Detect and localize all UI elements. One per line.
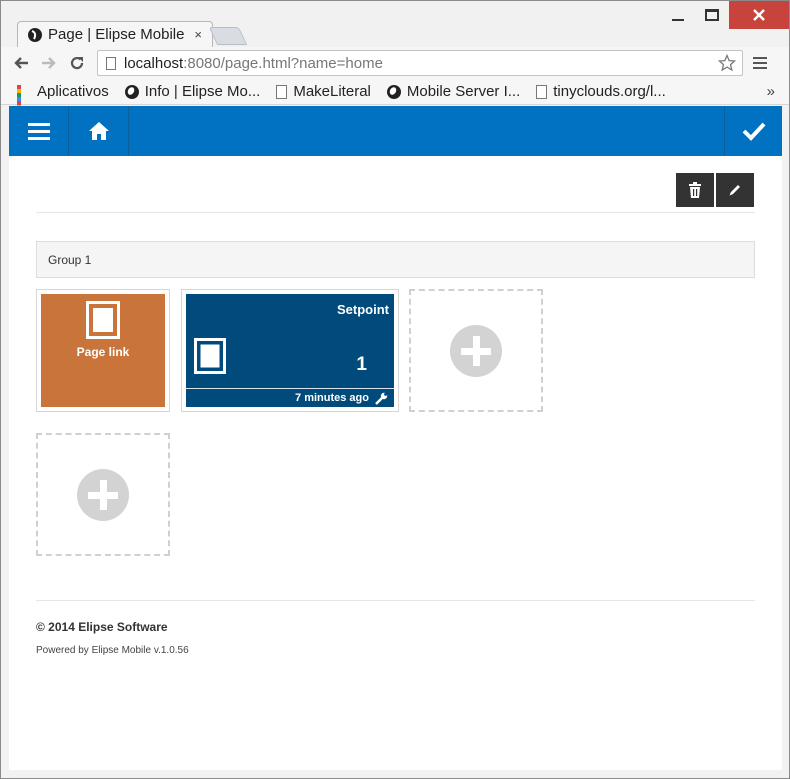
group-header[interactable]: Group 1 (36, 241, 755, 278)
wrench-icon[interactable] (375, 392, 388, 405)
forward-button[interactable] (35, 49, 63, 77)
group-title: Group 1 (48, 252, 92, 267)
arrow-right-icon (42, 57, 56, 69)
close-icon (753, 9, 765, 21)
pencil-icon (729, 185, 740, 196)
setpoint-title: Setpoint (337, 302, 389, 317)
tile-page-link[interactable]: Page link (36, 289, 170, 412)
add-tile-button[interactable] (36, 433, 170, 556)
powered-by-text: Powered by Elipse Mobile v.1.0.56 (36, 645, 189, 656)
footer-divider (36, 600, 755, 601)
tile-setpoint[interactable]: Setpoint 1 7 minutes ago (181, 289, 399, 412)
page-actions (676, 173, 754, 207)
browser-toolbar: localhost:8080/page.html?name=home (1, 47, 789, 79)
bookmark-label: Aplicativos (37, 83, 109, 100)
bookmark-label: MakeLiteral (293, 83, 371, 100)
bookmark-label: Mobile Server I... (406, 83, 521, 100)
minimize-icon (672, 19, 684, 21)
home-icon (88, 122, 109, 140)
document-icon (194, 338, 226, 374)
page-link-label: Page link (76, 345, 130, 359)
plus-circle-icon (450, 324, 502, 377)
confirm-button[interactable] (724, 106, 782, 156)
copyright-text: © 2014 Elipse Software (36, 620, 168, 634)
browser-window: Page | Elipse Mobile × localhost:8080/p… (0, 0, 790, 779)
reload-button[interactable] (63, 49, 91, 77)
url-path: :8080/page.html?name=home (183, 54, 383, 72)
bookmark-mobile-server[interactable]: Mobile Server I... (386, 83, 521, 100)
menu-button[interactable] (9, 106, 69, 156)
globe-icon (386, 84, 401, 99)
reload-icon (70, 56, 84, 70)
bookmark-label: Info | Elipse Mo... (144, 83, 261, 100)
bookmark-tinyclouds[interactable]: tinyclouds.org/l... (536, 83, 666, 100)
maximize-button[interactable] (695, 1, 729, 29)
check-icon (742, 122, 765, 141)
apps-grid-icon (17, 84, 31, 121)
browser-tab[interactable]: Page | Elipse Mobile × (17, 21, 213, 47)
page-icon (536, 84, 548, 99)
globe-icon (124, 84, 139, 99)
trash-icon (689, 182, 701, 198)
address-bar[interactable]: localhost:8080/page.html?name=home (97, 50, 743, 76)
arrow-left-icon (14, 57, 28, 69)
url-host: localhost (124, 54, 184, 72)
tab-strip: Page | Elipse Mobile × (1, 1, 789, 47)
new-tab-button[interactable] (208, 27, 248, 45)
minimize-button[interactable] (661, 1, 695, 29)
home-button[interactable] (69, 106, 129, 156)
close-window-button[interactable] (729, 1, 789, 29)
page-link-tile-body: Page link (41, 294, 165, 407)
app-header (9, 106, 782, 156)
elipse-favicon-icon (28, 27, 42, 42)
bookmark-info-elipse[interactable]: Info | Elipse Mo... (124, 83, 261, 100)
add-tile-button[interactable] (409, 289, 543, 412)
setpoint-timestamp: 7 minutes ago (295, 392, 369, 404)
maximize-icon (705, 9, 719, 21)
document-icon (86, 301, 120, 339)
browser-menu-icon[interactable] (753, 57, 767, 69)
tab-title: Page | Elipse Mobile (48, 26, 185, 43)
page-icon (276, 84, 288, 99)
setpoint-footer: 7 minutes ago (186, 388, 394, 407)
delete-button[interactable] (676, 173, 714, 207)
setpoint-tile-body: Setpoint 1 7 minutes ago (186, 294, 394, 407)
bookmark-aplicativos[interactable]: Aplicativos (17, 83, 109, 121)
edit-button[interactable] (716, 173, 754, 207)
bookmarks-overflow-button[interactable]: » (767, 83, 775, 100)
menu-icon (27, 122, 50, 140)
divider (36, 212, 755, 213)
star-icon[interactable] (718, 54, 736, 72)
setpoint-value: 1 (356, 354, 367, 375)
plus-circle-icon (77, 468, 129, 521)
page-icon (106, 56, 116, 70)
bookmark-label: tinyclouds.org/l... (553, 83, 666, 100)
tab-close-icon[interactable]: × (194, 27, 202, 42)
bookmark-makeliteral[interactable]: MakeLiteral (276, 83, 371, 100)
bookmarks-bar: Aplicativos Info | Elipse Mo... MakeLite… (1, 79, 789, 121)
back-button[interactable] (7, 49, 35, 77)
page-viewport: Group 1 Page link Setpoint 1 7 minutes a… (9, 106, 782, 770)
